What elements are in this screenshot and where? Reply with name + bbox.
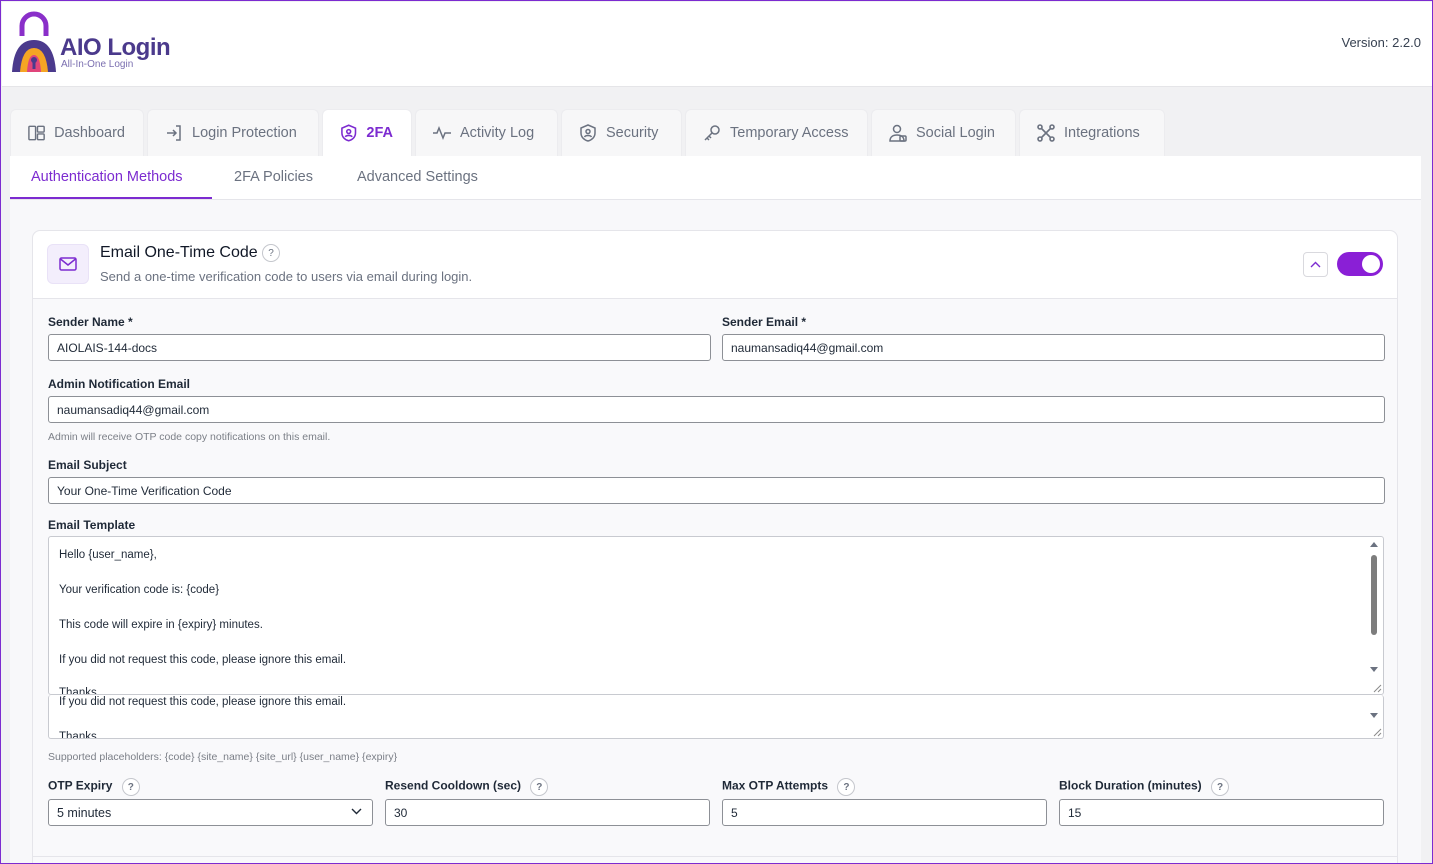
chevron-down-icon xyxy=(351,808,362,815)
tab-security[interactable]: Security xyxy=(561,109,682,156)
sender-email-label: Sender Email * xyxy=(722,315,807,329)
help-icon[interactable]: ? xyxy=(262,244,280,262)
tab-panel-2fa: Authentication Methods 2FA Policies Adva… xyxy=(10,156,1421,863)
dashboard-icon xyxy=(28,125,45,141)
otp-expiry-label: OTP Expiry ? xyxy=(48,778,140,796)
template-line: If you did not request this code, please… xyxy=(59,696,347,708)
template-line: Hello {user_name}, xyxy=(59,549,157,561)
main-tabs: Dashboard Login Protection 2FA Activity … xyxy=(10,109,1165,156)
admin-email-label: Admin Notification Email xyxy=(48,377,191,391)
integrations-icon xyxy=(1037,124,1055,142)
tab-label: Temporary Access xyxy=(730,125,849,141)
tab-label: Security xyxy=(606,125,659,141)
sender-email-input[interactable]: naumansadiq44@gmail.com xyxy=(722,334,1385,361)
version-label: Version: 2.2.0 xyxy=(1341,35,1422,50)
tab-social-login[interactable]: Social Login xyxy=(871,109,1016,156)
tab-activity-log[interactable]: Activity Log xyxy=(415,109,558,156)
help-icon[interactable]: ? xyxy=(121,778,140,796)
shield-icon xyxy=(580,124,596,142)
app-tagline: All-In-One Login xyxy=(61,59,134,70)
tab-label: Activity Log xyxy=(460,125,535,141)
template-line: If you did not request this code, please… xyxy=(59,654,347,666)
template-line: Your verification code is: {code} xyxy=(59,584,220,596)
otp-expiry-select[interactable]: 5 minutes xyxy=(48,799,373,826)
tab-dashboard[interactable]: Dashboard xyxy=(10,109,144,156)
card-description: Send a one-time verification code to use… xyxy=(100,269,473,284)
resize-handle-icon[interactable] xyxy=(1370,725,1382,737)
admin-email-input[interactable]: naumansadiq44@gmail.com xyxy=(48,396,1385,423)
key-icon xyxy=(704,125,720,141)
sender-name-label: Sender Name * xyxy=(48,315,133,329)
tab-label: Integrations xyxy=(1064,125,1140,141)
toggle-knob xyxy=(1362,255,1380,273)
otp-expiry-value: 5 minutes xyxy=(57,806,112,820)
max-attempts-label-text: Max OTP Attempts xyxy=(722,778,829,793)
users-icon xyxy=(889,124,907,142)
resize-handle-icon[interactable] xyxy=(1370,681,1382,693)
enable-toggle[interactable] xyxy=(1337,252,1383,276)
header: AIO Login All-In-One Login Version: 2.2.… xyxy=(2,2,1432,87)
email-template-label: Email Template xyxy=(48,518,136,532)
resend-cooldown-label-text: Resend Cooldown (sec) xyxy=(385,778,522,793)
tab-login-protection[interactable]: Login Protection xyxy=(147,109,319,156)
activity-icon xyxy=(433,125,451,141)
tab-2fa[interactable]: 2FA xyxy=(322,109,412,156)
tab-label: 2FA xyxy=(366,125,393,141)
active-subtab-indicator xyxy=(10,197,212,199)
lock-logo-icon xyxy=(12,11,56,72)
tab-label: Social Login xyxy=(916,125,995,141)
tab-temporary-access[interactable]: Temporary Access xyxy=(685,109,868,156)
app-name: AIO Login xyxy=(60,34,171,61)
help-icon[interactable]: ? xyxy=(837,778,856,796)
collapse-button[interactable] xyxy=(1303,252,1328,277)
help-icon[interactable]: ? xyxy=(1211,778,1230,796)
template-line: Thanks, xyxy=(59,687,100,695)
subtab-authentication-methods[interactable]: Authentication Methods xyxy=(31,169,183,185)
card-title: Email One-Time Code xyxy=(100,244,258,261)
subtab-2fa-policies[interactable]: 2FA Policies xyxy=(234,169,313,185)
email-otp-card: Email One-Time Code ? Send a one-time ve… xyxy=(32,230,1398,863)
email-subject-input[interactable]: Your One-Time Verification Code xyxy=(48,477,1385,504)
email-template-overflow: If you did not request this code, please… xyxy=(48,695,1384,739)
login-icon xyxy=(167,125,181,141)
sender-name-input[interactable]: AIOLAIS-144-docs xyxy=(48,334,711,361)
shield-user-icon xyxy=(341,124,357,142)
template-line: Thanks, xyxy=(59,731,100,739)
scrollbar[interactable] xyxy=(1367,539,1381,675)
card-header: Email One-Time Code ? Send a one-time ve… xyxy=(33,231,1397,299)
block-duration-input[interactable]: 15 xyxy=(1059,799,1384,826)
admin-email-hint: Admin will receive OTP code copy notific… xyxy=(48,431,331,443)
chevron-up-icon xyxy=(1310,261,1321,268)
resend-cooldown-input[interactable]: 30 xyxy=(385,799,710,826)
tab-integrations[interactable]: Integrations xyxy=(1019,109,1165,156)
otp-expiry-label-text: OTP Expiry xyxy=(48,778,113,793)
resend-cooldown-label: Resend Cooldown (sec) ? xyxy=(385,778,549,796)
email-template-textarea[interactable]: Hello {user_name}, Your verification cod… xyxy=(48,536,1384,695)
mail-icon-box xyxy=(47,244,89,284)
max-attempts-label: Max OTP Attempts ? xyxy=(722,778,856,796)
placeholders-hint: Supported placeholders: {code} {site_nam… xyxy=(48,751,398,763)
tab-label: Login Protection xyxy=(192,125,297,141)
card-divider xyxy=(33,856,1397,857)
help-icon[interactable]: ? xyxy=(530,778,549,796)
sub-tabs: Authentication Methods 2FA Policies Adva… xyxy=(10,156,1421,200)
max-attempts-input[interactable]: 5 xyxy=(722,799,1047,826)
mail-icon xyxy=(59,257,77,271)
block-duration-label: Block Duration (minutes) ? xyxy=(1059,778,1230,796)
block-duration-label-text: Block Duration (minutes) xyxy=(1059,778,1202,793)
subtab-advanced-settings[interactable]: Advanced Settings xyxy=(357,169,478,185)
email-subject-label: Email Subject xyxy=(48,458,127,472)
tab-label: Dashboard xyxy=(54,125,125,141)
template-line: This code will expire in {expiry} minute… xyxy=(59,619,263,631)
app-window: AIO Login All-In-One Login Version: 2.2.… xyxy=(0,0,1433,864)
